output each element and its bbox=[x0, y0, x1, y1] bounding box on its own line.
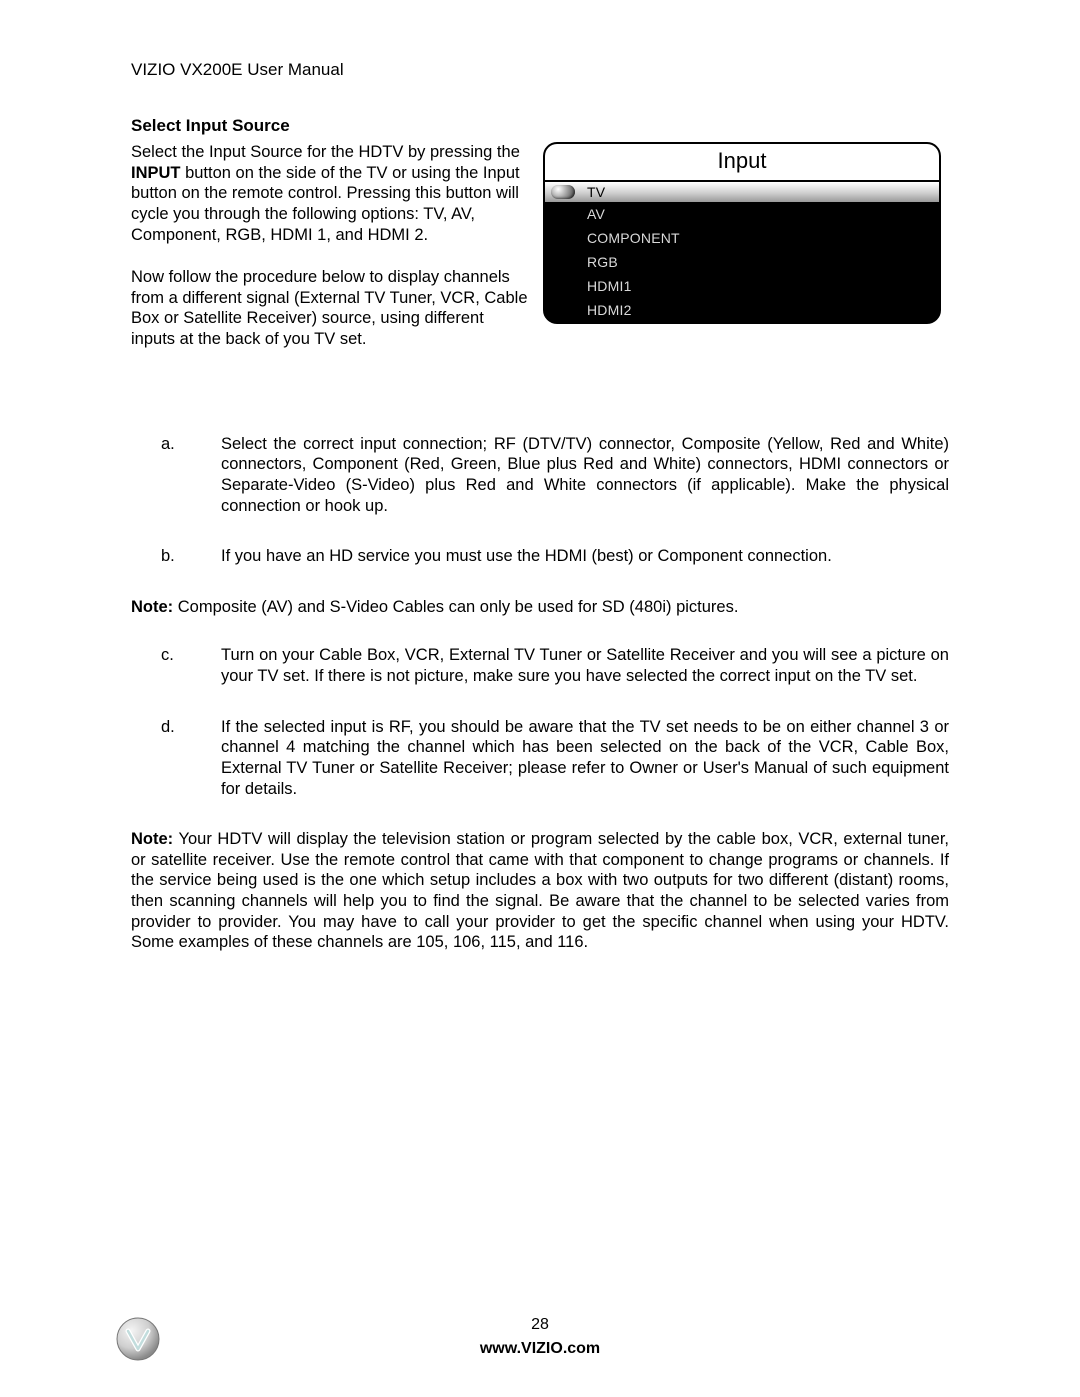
note-1-label: Note: bbox=[131, 598, 173, 616]
step-c-body: Turn on your Cable Box, VCR, External TV… bbox=[221, 645, 949, 686]
step-d: d. If the selected input is RF, you shou… bbox=[131, 717, 949, 800]
input-menu-item-tv[interactable]: TV bbox=[545, 182, 939, 202]
input-menu-item-hdmi2[interactable]: HDMI2 bbox=[545, 298, 939, 322]
note-2: Note: Your HDTV will display the televis… bbox=[131, 829, 949, 953]
footer-url: www.VIZIO.com bbox=[0, 1337, 1080, 1361]
input-menu: Input TV AV COMPONENT RGB HDMI1 HDMI2 bbox=[543, 142, 941, 324]
intro-p1a: Select the Input Source for the HDTV by … bbox=[131, 143, 520, 161]
document-header: VIZIO VX200E User Manual bbox=[131, 60, 949, 80]
step-b: b. If you have an HD service you must us… bbox=[131, 546, 949, 567]
intro-text-block: Select the Input Source for the HDTV by … bbox=[131, 142, 531, 372]
input-menu-item-hdmi1[interactable]: HDMI1 bbox=[545, 274, 939, 298]
page-footer: 28 www.VIZIO.com bbox=[0, 1313, 1080, 1361]
page-number: 28 bbox=[0, 1313, 1080, 1337]
note-1: Note: Composite (AV) and S-Video Cables … bbox=[131, 597, 949, 618]
step-c-marker: c. bbox=[131, 645, 221, 686]
steps-list: a. Select the correct input connection; … bbox=[131, 434, 949, 953]
note-2-label: Note: bbox=[131, 830, 173, 848]
step-a-marker: a. bbox=[131, 434, 221, 517]
input-menu-item-component[interactable]: COMPONENT bbox=[545, 226, 939, 250]
intro-p1-input-bold: INPUT bbox=[131, 164, 181, 182]
section-title: Select Input Source bbox=[131, 116, 949, 136]
step-a: a. Select the correct input connection; … bbox=[131, 434, 949, 517]
input-menu-item-rgb[interactable]: RGB bbox=[545, 250, 939, 274]
step-d-body: If the selected input is RF, you should … bbox=[221, 717, 949, 800]
vizio-logo-icon bbox=[116, 1317, 160, 1361]
intro-p1c: button on the side of the TV or using th… bbox=[131, 164, 520, 244]
intro-paragraph-1: Select the Input Source for the HDTV by … bbox=[131, 142, 531, 245]
intro-paragraph-2: Now follow the procedure below to displa… bbox=[131, 267, 531, 350]
input-menu-item-av[interactable]: AV bbox=[545, 202, 939, 226]
step-c: c. Turn on your Cable Box, VCR, External… bbox=[131, 645, 949, 686]
note-2-text: Your HDTV will display the television st… bbox=[131, 830, 949, 951]
step-d-marker: d. bbox=[131, 717, 221, 800]
step-a-body: Select the correct input connection; RF … bbox=[221, 434, 949, 517]
note-1-text: Composite (AV) and S-Video Cables can on… bbox=[173, 598, 738, 616]
step-b-body: If you have an HD service you must use t… bbox=[221, 546, 949, 567]
step-b-marker: b. bbox=[131, 546, 221, 567]
input-menu-title: Input bbox=[545, 144, 939, 182]
input-menu-list: TV AV COMPONENT RGB HDMI1 HDMI2 bbox=[545, 182, 939, 322]
